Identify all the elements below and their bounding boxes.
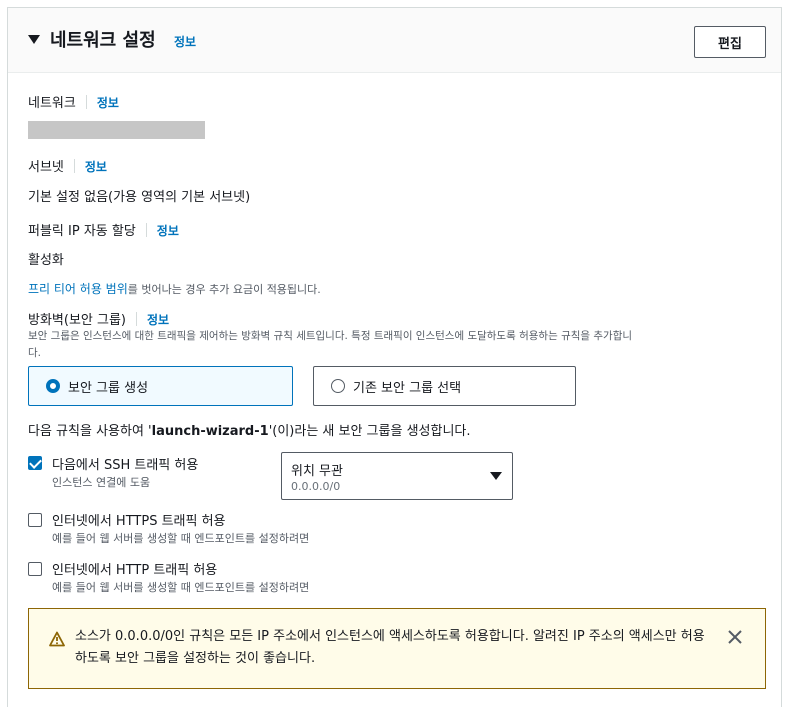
network-label-row: 네트워크 정보 [28, 92, 119, 111]
panel-title: 네트워크 설정 [50, 30, 156, 51]
divider [85, 95, 87, 109]
http-label: 인터넷에서 HTTP 트래픽 허용 [52, 563, 218, 578]
security-group-name: launch-wizard-1 [151, 424, 269, 439]
ssh-checkbox[interactable] [28, 456, 42, 470]
subnet-label-row: 서브넷 정보 [28, 156, 107, 175]
public-ip-info-link[interactable]: 정보 [157, 224, 179, 238]
divider [136, 312, 137, 326]
rule-description: 다음 규칙을 사용하여 'launch-wizard-1'(이)라는 새 보안 … [28, 420, 471, 439]
firewall-description-line1: 보안 그룹은 인스턴스에 대한 트래픽을 제어하는 방화벽 규칙 세트입니다. … [28, 330, 633, 342]
divider [145, 223, 147, 237]
network-settings-panel: 네트워크 설정 정보 편집 네트워크 정보 서브넷 정보 기본 설정 없음(가용 영… [7, 7, 782, 707]
http-description: 예를 들어 웹 서버를 생성할 때 엔드포인트를 설정하려면 [52, 581, 310, 594]
subnet-label: 서브넷 [28, 160, 64, 175]
https-description: 예를 들어 웹 서버를 생성할 때 엔드포인트를 설정하려면 [52, 532, 310, 545]
firewall-description-line2: 다. [28, 347, 41, 359]
https-checkbox[interactable] [28, 513, 42, 527]
edit-button[interactable]: 편집 [694, 26, 766, 58]
http-checkbox[interactable] [28, 562, 42, 576]
public-ip-value: 활성화 [28, 253, 64, 268]
firewall-label: 방화벽(보안 그룹) [28, 313, 126, 328]
ssh-source-cidr: 0.0.0.0/0 [291, 480, 341, 493]
create-security-group-option[interactable]: 보안 그룹 생성 [28, 366, 293, 406]
warning-alert: 소스가 0.0.0.0/0인 규칙은 모든 IP 주소에서 인스턴스에 액세스하… [28, 608, 766, 689]
collapse-caret-icon[interactable] [28, 35, 40, 44]
divider [73, 159, 75, 173]
network-label: 네트워크 [28, 96, 76, 111]
dropdown-caret-icon [490, 472, 502, 480]
public-ip-label: 퍼블릭 IP 자동 할당 [28, 224, 136, 239]
warning-icon [49, 631, 65, 647]
https-label: 인터넷에서 HTTPS 트래픽 허용 [52, 514, 226, 529]
create-security-group-label: 보안 그룹 생성 [68, 380, 149, 396]
header-info-link[interactable]: 정보 [174, 33, 196, 50]
rule-suffix: '(이)라는 새 보안 그룹을 생성합니다. [268, 424, 471, 439]
ssh-source-select[interactable]: 위치 무관 0.0.0.0/0 [281, 452, 513, 500]
free-tier-link[interactable]: 프리 티어 허용 범위 [28, 282, 128, 296]
radio-selected-icon[interactable] [46, 379, 60, 393]
select-existing-group-option[interactable]: 기존 보안 그룹 선택 [313, 366, 576, 406]
free-tier-note-text: 를 벗어나는 경우 추가 요금이 적용됩니다. [127, 283, 321, 296]
firewall-info-link[interactable]: 정보 [147, 313, 169, 327]
ssh-source-value: 위치 무관 [291, 464, 343, 479]
close-icon[interactable] [727, 629, 743, 645]
network-info-link[interactable]: 정보 [97, 96, 119, 110]
ssh-description: 인스턴스 연결에 도움 [52, 476, 151, 489]
rule-prefix: 다음 규칙을 사용하여 ' [28, 424, 152, 439]
public-ip-label-row: 퍼블릭 IP 자동 할당 정보 [28, 220, 179, 239]
select-existing-group-label: 기존 보안 그룹 선택 [353, 380, 462, 396]
radio-unselected-icon[interactable] [331, 379, 345, 393]
warning-text: 소스가 0.0.0.0/0인 규칙은 모든 IP 주소에서 인스턴스에 액세스하… [75, 629, 705, 666]
panel-header: 네트워크 설정 정보 편집 [8, 8, 781, 73]
free-tier-note: 프리 티어 허용 범위를 벗어나는 경우 추가 요금이 적용됩니다. [28, 280, 321, 297]
subnet-value: 기본 설정 없음(가용 영역의 기본 서브넷) [28, 190, 251, 205]
network-value-redacted [28, 121, 205, 139]
firewall-label-row: 방화벽(보안 그룹) 정보 [28, 309, 169, 328]
subnet-info-link[interactable]: 정보 [85, 160, 107, 174]
ssh-label: 다음에서 SSH 트래픽 허용 [52, 458, 199, 473]
